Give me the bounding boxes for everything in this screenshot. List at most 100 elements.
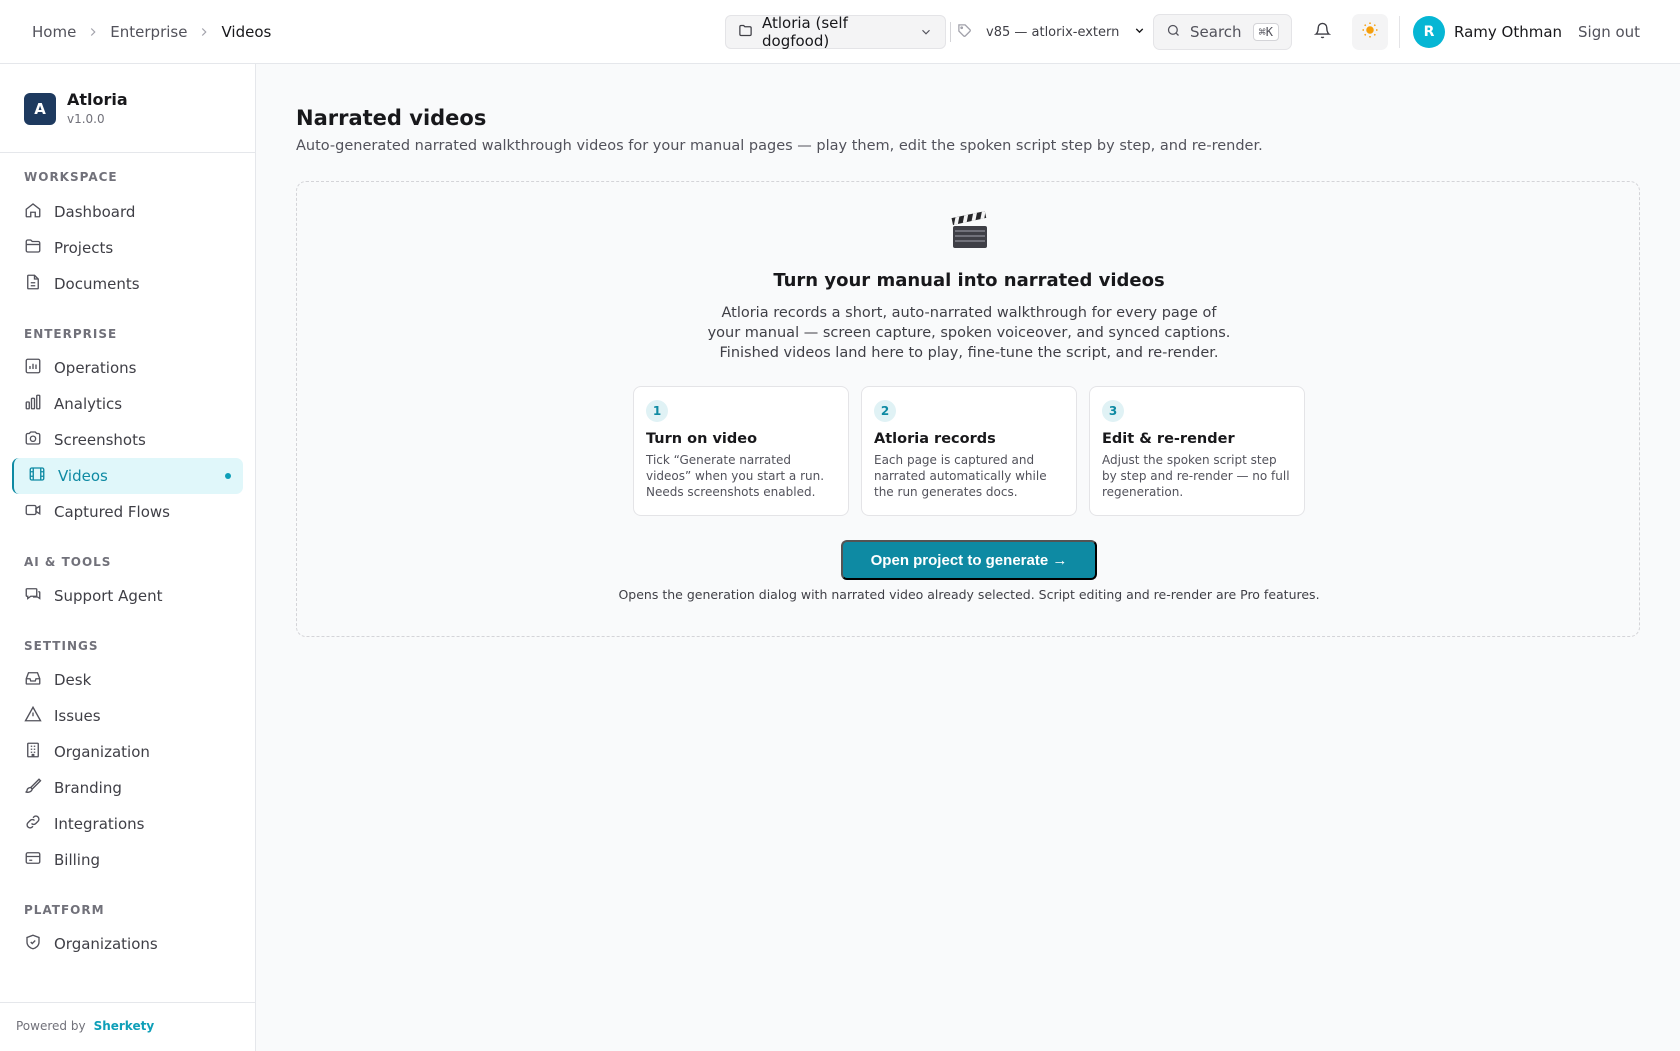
sidebar-item-label: Organization	[54, 743, 150, 761]
powered-by: Powered by Sherkety	[16, 1019, 154, 1033]
clapperboard-icon	[951, 211, 987, 248]
bar-chart-icon	[24, 393, 42, 415]
search-icon	[1166, 23, 1181, 42]
section-enterprise: ENTERPRISE	[24, 327, 118, 341]
active-indicator	[225, 473, 231, 479]
section-ai-tools: AI & TOOLS	[24, 555, 112, 569]
user-name: Ramy Othman	[1454, 23, 1563, 41]
step-card: 1 Turn on video Tick “Generate narrated …	[633, 386, 849, 516]
cta-note: Opens the generation dialog with narrate…	[618, 587, 1320, 602]
search-button[interactable]: Search ⌘K	[1153, 14, 1292, 50]
sidebar-item-support-agent[interactable]: Support Agent	[12, 578, 243, 614]
sidebar-item-label: Documents	[54, 275, 140, 293]
breadcrumb-current: Videos	[221, 23, 272, 41]
version-label: v85 — atlorix-extern	[986, 24, 1120, 40]
film-icon	[28, 465, 46, 487]
notifications-button[interactable]	[1308, 18, 1336, 46]
page-title: Narrated videos	[296, 106, 487, 130]
sidebar-item-label: Videos	[58, 467, 108, 485]
powered-by-brand[interactable]: Sherkety	[94, 1019, 155, 1033]
divider	[950, 22, 951, 42]
inbox-icon	[24, 669, 42, 691]
sidebar-item-organization[interactable]: Organization	[12, 734, 243, 770]
chat-icon	[24, 585, 42, 607]
sidebar-item-label: Branding	[54, 779, 122, 797]
sidebar-item-operations[interactable]: Operations	[12, 350, 243, 386]
folder-icon	[738, 23, 753, 42]
search-shortcut: ⌘K	[1252, 23, 1279, 41]
brand-name: Atloria	[67, 90, 128, 109]
sidebar-item-label: Screenshots	[54, 431, 146, 449]
sun-icon	[1361, 21, 1379, 43]
search-label: Search	[1190, 23, 1242, 41]
empty-state: Turn your manual into narrated videos At…	[296, 181, 1640, 637]
sidebar-item-captured-flows[interactable]: Captured Flows	[12, 494, 243, 530]
section-platform: PLATFORM	[24, 903, 105, 917]
bell-icon	[1313, 22, 1331, 43]
sidebar-item-projects[interactable]: Projects	[12, 230, 243, 266]
sidebar-item-analytics[interactable]: Analytics	[12, 386, 243, 422]
sidebar-item-label: Desk	[54, 671, 92, 689]
sidebar-item-dashboard[interactable]: Dashboard	[12, 194, 243, 230]
version-selector[interactable]: v85 — atlorix-extern	[957, 15, 1146, 49]
step-card: 3 Edit & re-render Adjust the spoken scr…	[1089, 386, 1305, 516]
sidebar-item-label: Issues	[54, 707, 101, 725]
sidebar-item-branding[interactable]: Branding	[12, 770, 243, 806]
shield-icon	[24, 933, 42, 955]
link-icon	[24, 813, 42, 835]
sidebar-item-desk[interactable]: Desk	[12, 662, 243, 698]
document-icon	[24, 273, 42, 295]
sidebar-item-label: Operations	[54, 359, 137, 377]
sidebar-item-billing[interactable]: Billing	[12, 842, 243, 878]
powered-by-label: Powered by	[16, 1019, 86, 1033]
step-title: Edit & re-render	[1102, 431, 1235, 447]
camera-icon	[24, 429, 42, 451]
sign-out-button[interactable]: Sign out	[1578, 0, 1640, 64]
divider	[1399, 16, 1400, 48]
step-description: Adjust the spoken script step by step an…	[1102, 453, 1290, 499]
project-name: Atloria (self dogfood)	[762, 14, 848, 50]
step-description: Each page is captured and narrated autom…	[874, 453, 1047, 499]
top-bar: Home Enterprise Videos Atloria (self dog…	[0, 0, 1680, 64]
breadcrumb: Home Enterprise Videos	[32, 0, 271, 64]
sidebar-item-label: Dashboard	[54, 203, 136, 221]
step-number: 3	[1102, 400, 1124, 422]
empty-state-description: Atloria records a short, auto-narrated w…	[707, 305, 1231, 361]
brand: A Atloria v1.0.0	[24, 91, 128, 126]
sidebar-item-label: Integrations	[54, 815, 145, 833]
avatar: R	[1413, 16, 1445, 48]
theme-toggle[interactable]	[1352, 14, 1388, 50]
step-number: 2	[874, 400, 896, 422]
steps-list: 1 Turn on video Tick “Generate narrated …	[633, 386, 1305, 516]
user-menu[interactable]: R Ramy Othman	[1413, 16, 1562, 48]
chevron-right-icon	[86, 25, 100, 39]
open-project-button[interactable]: Open project to generate →	[841, 540, 1097, 580]
section-settings: SETTINGS	[24, 639, 99, 653]
breadcrumb-enterprise[interactable]: Enterprise	[110, 23, 187, 41]
sidebar-item-documents[interactable]: Documents	[12, 266, 243, 302]
sidebar-item-label: Captured Flows	[54, 503, 170, 521]
building-icon	[24, 741, 42, 763]
chevron-down-icon	[919, 25, 933, 39]
project-selector[interactable]: Atloria (self dogfood)	[725, 14, 946, 50]
breadcrumb-home[interactable]: Home	[32, 23, 76, 41]
card-icon	[24, 849, 42, 871]
brand-version: v1.0.0	[67, 112, 105, 126]
step-title: Turn on video	[646, 431, 758, 447]
sidebar-item-screenshots[interactable]: Screenshots	[12, 422, 243, 458]
step-description: Tick “Generate narrated videos” when you…	[646, 453, 825, 499]
sidebar-item-videos[interactable]: Videos	[12, 458, 243, 494]
sidebar-item-label: Billing	[54, 851, 100, 869]
sidebar-item-organizations[interactable]: Organizations	[12, 926, 243, 962]
sidebar-item-label: Analytics	[54, 395, 123, 413]
sidebar-item-issues[interactable]: Issues	[12, 698, 243, 734]
chevron-right-icon	[197, 25, 211, 39]
step-title: Atloria records	[874, 431, 996, 447]
warning-icon	[24, 705, 42, 727]
empty-state-title: Turn your manual into narrated videos	[773, 270, 1165, 291]
step-number: 1	[646, 400, 668, 422]
sidebar-item-integrations[interactable]: Integrations	[12, 806, 243, 842]
divider	[0, 1002, 255, 1003]
chevron-down-icon	[1133, 24, 1146, 41]
sidebar: A Atloria v1.0.0 WORKSPACE Dashboard Pro…	[0, 64, 256, 1051]
